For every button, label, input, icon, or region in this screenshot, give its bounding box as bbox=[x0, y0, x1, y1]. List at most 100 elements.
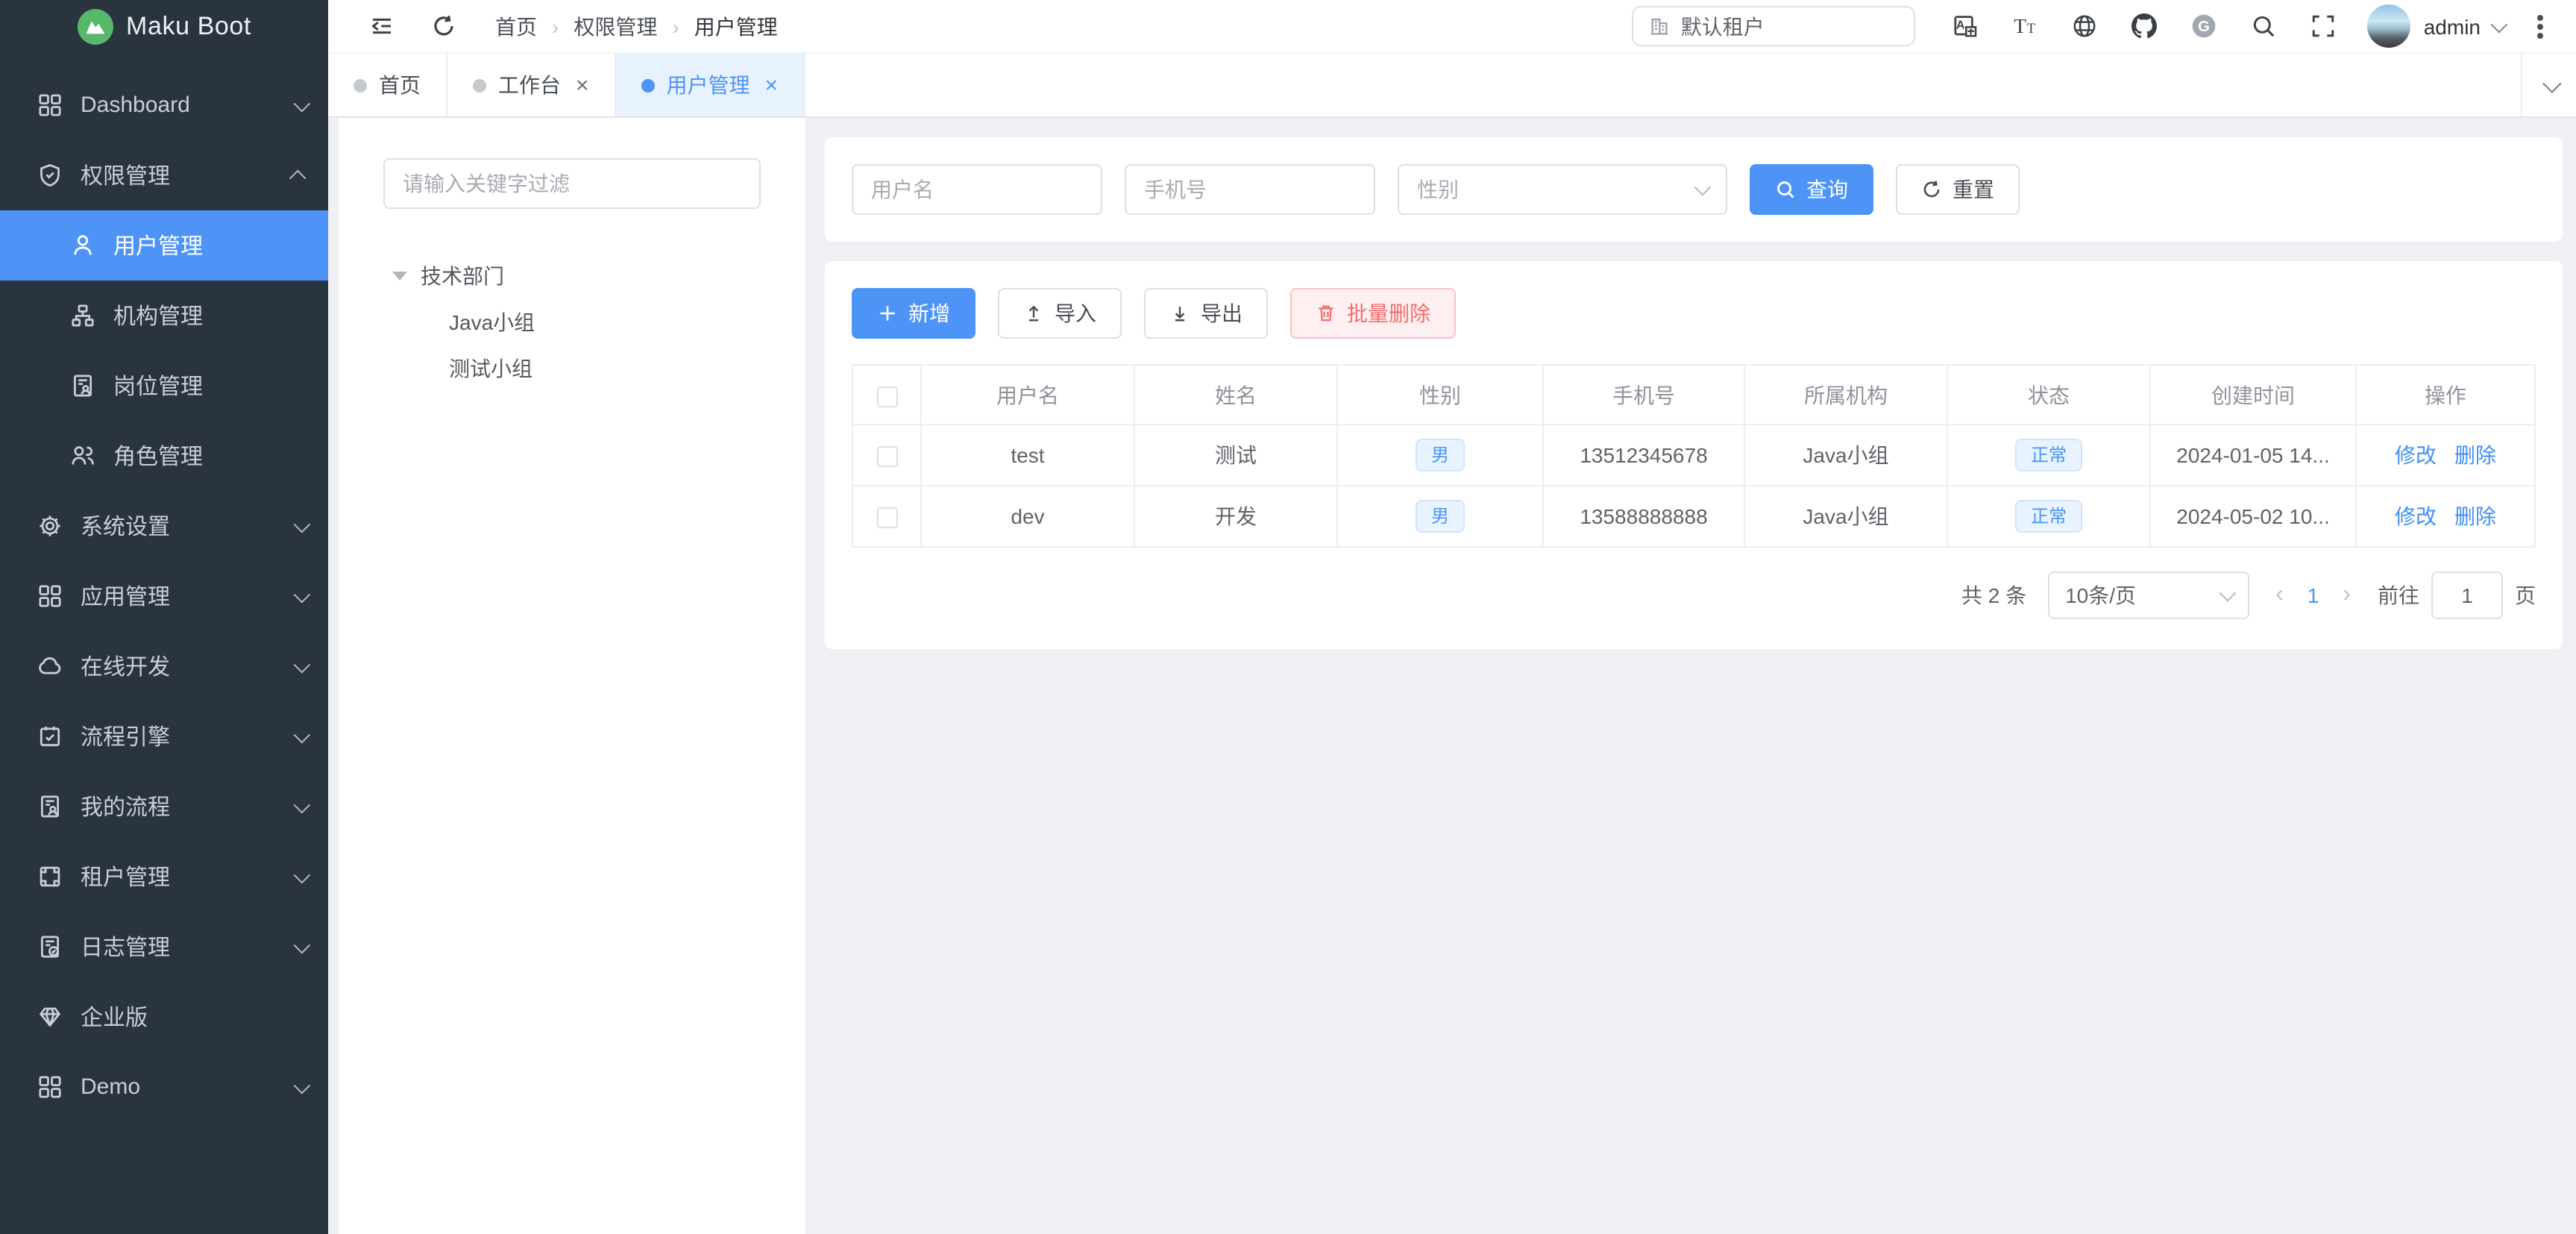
add-button[interactable]: 新增 bbox=[852, 288, 976, 339]
translate-icon[interactable]: A bbox=[1953, 13, 1978, 39]
font-size-icon[interactable]: TT bbox=[2012, 13, 2038, 39]
tree-filter-input[interactable] bbox=[383, 158, 761, 209]
search-button[interactable]: 查询 bbox=[1750, 164, 1873, 215]
sidebar-item-enterprise[interactable]: 企业版 bbox=[0, 982, 328, 1052]
close-icon[interactable]: × bbox=[765, 74, 779, 96]
refresh-icon bbox=[1921, 179, 1942, 200]
table-row: test 测试 男 13512345678 Java小组 正常 2024-01-… bbox=[852, 425, 2535, 486]
username-filter-input[interactable] bbox=[852, 164, 1102, 215]
caret-down-icon[interactable] bbox=[392, 271, 407, 280]
chevron-down-icon bbox=[2542, 73, 2560, 92]
refresh-icon[interactable] bbox=[431, 13, 456, 39]
reset-button[interactable]: 重置 bbox=[1896, 164, 2020, 215]
collapse-sidebar-icon[interactable] bbox=[368, 13, 394, 39]
tab-user-mgmt[interactable]: 用户管理 × bbox=[616, 54, 805, 116]
breadcrumb: 首页 › 权限管理 › 用户管理 bbox=[495, 11, 778, 41]
close-icon[interactable]: × bbox=[576, 74, 589, 96]
breadcrumb-separator: › bbox=[552, 14, 559, 38]
breadcrumb-current: 用户管理 bbox=[694, 11, 778, 41]
next-page-button[interactable]: › bbox=[2343, 582, 2351, 609]
user-table: 用户名 姓名 性别 手机号 所属机构 状态 创建时间 操作 bbox=[852, 364, 2536, 548]
table-toolbar: 新增 导入 导出 批量删除 bbox=[852, 288, 2536, 339]
gender-tag: 男 bbox=[1416, 439, 1464, 472]
sidebar-item-system[interactable]: 系统设置 bbox=[0, 491, 328, 561]
tab-home[interactable]: 首页 bbox=[328, 54, 447, 116]
sidebar-item-tenant-mgmt[interactable]: 租户管理 bbox=[0, 842, 328, 912]
sidebar-item-dashboard[interactable]: Dashboard bbox=[0, 70, 328, 140]
sidebar-item-post-mgmt[interactable]: 岗位管理 bbox=[0, 351, 328, 421]
cell-actions: 修改删除 bbox=[2356, 486, 2535, 547]
page-size-select[interactable]: 10条/页 bbox=[2047, 571, 2249, 619]
sidebar-item-online-dev[interactable]: 在线开发 bbox=[0, 631, 328, 701]
import-button[interactable]: 导入 bbox=[998, 288, 1122, 339]
sidebar-item-label: 用户管理 bbox=[113, 230, 306, 261]
brand-logo[interactable]: Maku Boot bbox=[0, 0, 328, 52]
mobile-filter-input[interactable] bbox=[1125, 164, 1375, 215]
chevron-down-icon bbox=[294, 866, 311, 883]
user-icon bbox=[70, 233, 95, 258]
tree-node-label: Java小组 bbox=[449, 307, 535, 336]
upload-icon bbox=[1023, 303, 1044, 324]
sidebar-item-flow-engine[interactable]: 流程引擎 bbox=[0, 701, 328, 771]
sidebar-item-permission[interactable]: 权限管理 bbox=[0, 140, 328, 210]
more-options-icon[interactable] bbox=[2537, 23, 2543, 29]
user-menu-name: admin bbox=[2424, 14, 2481, 38]
gender-select[interactable]: 性别 bbox=[1398, 164, 1727, 215]
status-badge: 正常 bbox=[2016, 439, 2082, 472]
status-badge: 正常 bbox=[2016, 500, 2082, 533]
select-all-checkbox[interactable] bbox=[876, 386, 897, 407]
page-number[interactable]: 1 bbox=[2308, 583, 2319, 607]
breadcrumb-permission[interactable]: 权限管理 bbox=[574, 11, 657, 41]
org-tree-panel: 技术部门 Java小组 测试小组 bbox=[339, 118, 805, 1234]
frame-icon bbox=[37, 864, 63, 889]
row-checkbox[interactable] bbox=[876, 446, 897, 467]
tree-node-root[interactable]: 技术部门 bbox=[383, 255, 761, 295]
goto-page-input[interactable] bbox=[2431, 571, 2503, 619]
org-tree-icon bbox=[70, 303, 95, 328]
row-checkbox[interactable] bbox=[876, 507, 897, 528]
batch-delete-button[interactable]: 批量删除 bbox=[1290, 288, 1456, 339]
sidebar-item-app-mgmt[interactable]: 应用管理 bbox=[0, 561, 328, 631]
cell-org: Java小组 bbox=[1744, 425, 1947, 486]
sidebar-item-demo[interactable]: Demo bbox=[0, 1052, 328, 1122]
user-menu[interactable]: admin bbox=[2424, 14, 2503, 38]
edit-link[interactable]: 修改 bbox=[2395, 443, 2437, 467]
github-icon[interactable] bbox=[2132, 13, 2157, 39]
tab-list-dropdown[interactable] bbox=[2521, 54, 2576, 116]
search-icon[interactable] bbox=[2251, 13, 2276, 39]
prev-page-button[interactable]: ‹ bbox=[2275, 582, 2284, 609]
svg-text:T: T bbox=[2026, 21, 2035, 37]
tree-node-java[interactable]: Java小组 bbox=[383, 301, 761, 342]
delete-link[interactable]: 删除 bbox=[2454, 443, 2496, 467]
sidebar-item-label: 企业版 bbox=[81, 1001, 306, 1033]
sidebar-item-role-mgmt[interactable]: 角色管理 bbox=[0, 421, 328, 491]
tab-dot-icon bbox=[354, 78, 367, 92]
tenant-select[interactable]: 默认租户 bbox=[1632, 6, 1915, 46]
sidebar-item-user-mgmt[interactable]: 用户管理 bbox=[0, 210, 328, 281]
import-button-label: 导入 bbox=[1055, 298, 1096, 328]
sidebar-item-my-flow[interactable]: 我的流程 bbox=[0, 771, 328, 842]
export-button[interactable]: 导出 bbox=[1144, 288, 1268, 339]
document-user-icon bbox=[37, 794, 63, 819]
tab-label: 工作台 bbox=[498, 70, 561, 100]
cell-username: dev bbox=[921, 486, 1134, 547]
delete-link[interactable]: 删除 bbox=[2454, 504, 2496, 528]
export-button-label: 导出 bbox=[1201, 298, 1243, 328]
gitee-icon[interactable]: G bbox=[2191, 13, 2217, 39]
sidebar-item-label: 日志管理 bbox=[81, 931, 294, 962]
tree-node-test[interactable]: 测试小组 bbox=[383, 348, 761, 388]
breadcrumb-home[interactable]: 首页 bbox=[495, 11, 537, 41]
sidebar-item-label: 流程引擎 bbox=[81, 721, 294, 752]
globe-icon[interactable] bbox=[2072, 13, 2097, 39]
cell-created: 2024-05-02 10... bbox=[2150, 486, 2356, 547]
tab-workbench[interactable]: 工作台 × bbox=[447, 54, 616, 116]
fullscreen-icon[interactable] bbox=[2310, 13, 2336, 39]
edit-link[interactable]: 修改 bbox=[2395, 504, 2437, 528]
sidebar-item-log-mgmt[interactable]: 日志管理 bbox=[0, 912, 328, 982]
sidebar-item-org-mgmt[interactable]: 机构管理 bbox=[0, 281, 328, 351]
avatar[interactable] bbox=[2367, 4, 2410, 48]
sidebar: Maku Boot Dashboard 权限管理 用户管理 机构管理 bbox=[0, 0, 328, 1234]
column-header: 用户名 bbox=[921, 365, 1134, 425]
chevron-down-icon bbox=[294, 1077, 311, 1094]
chevron-down-icon bbox=[294, 936, 311, 953]
